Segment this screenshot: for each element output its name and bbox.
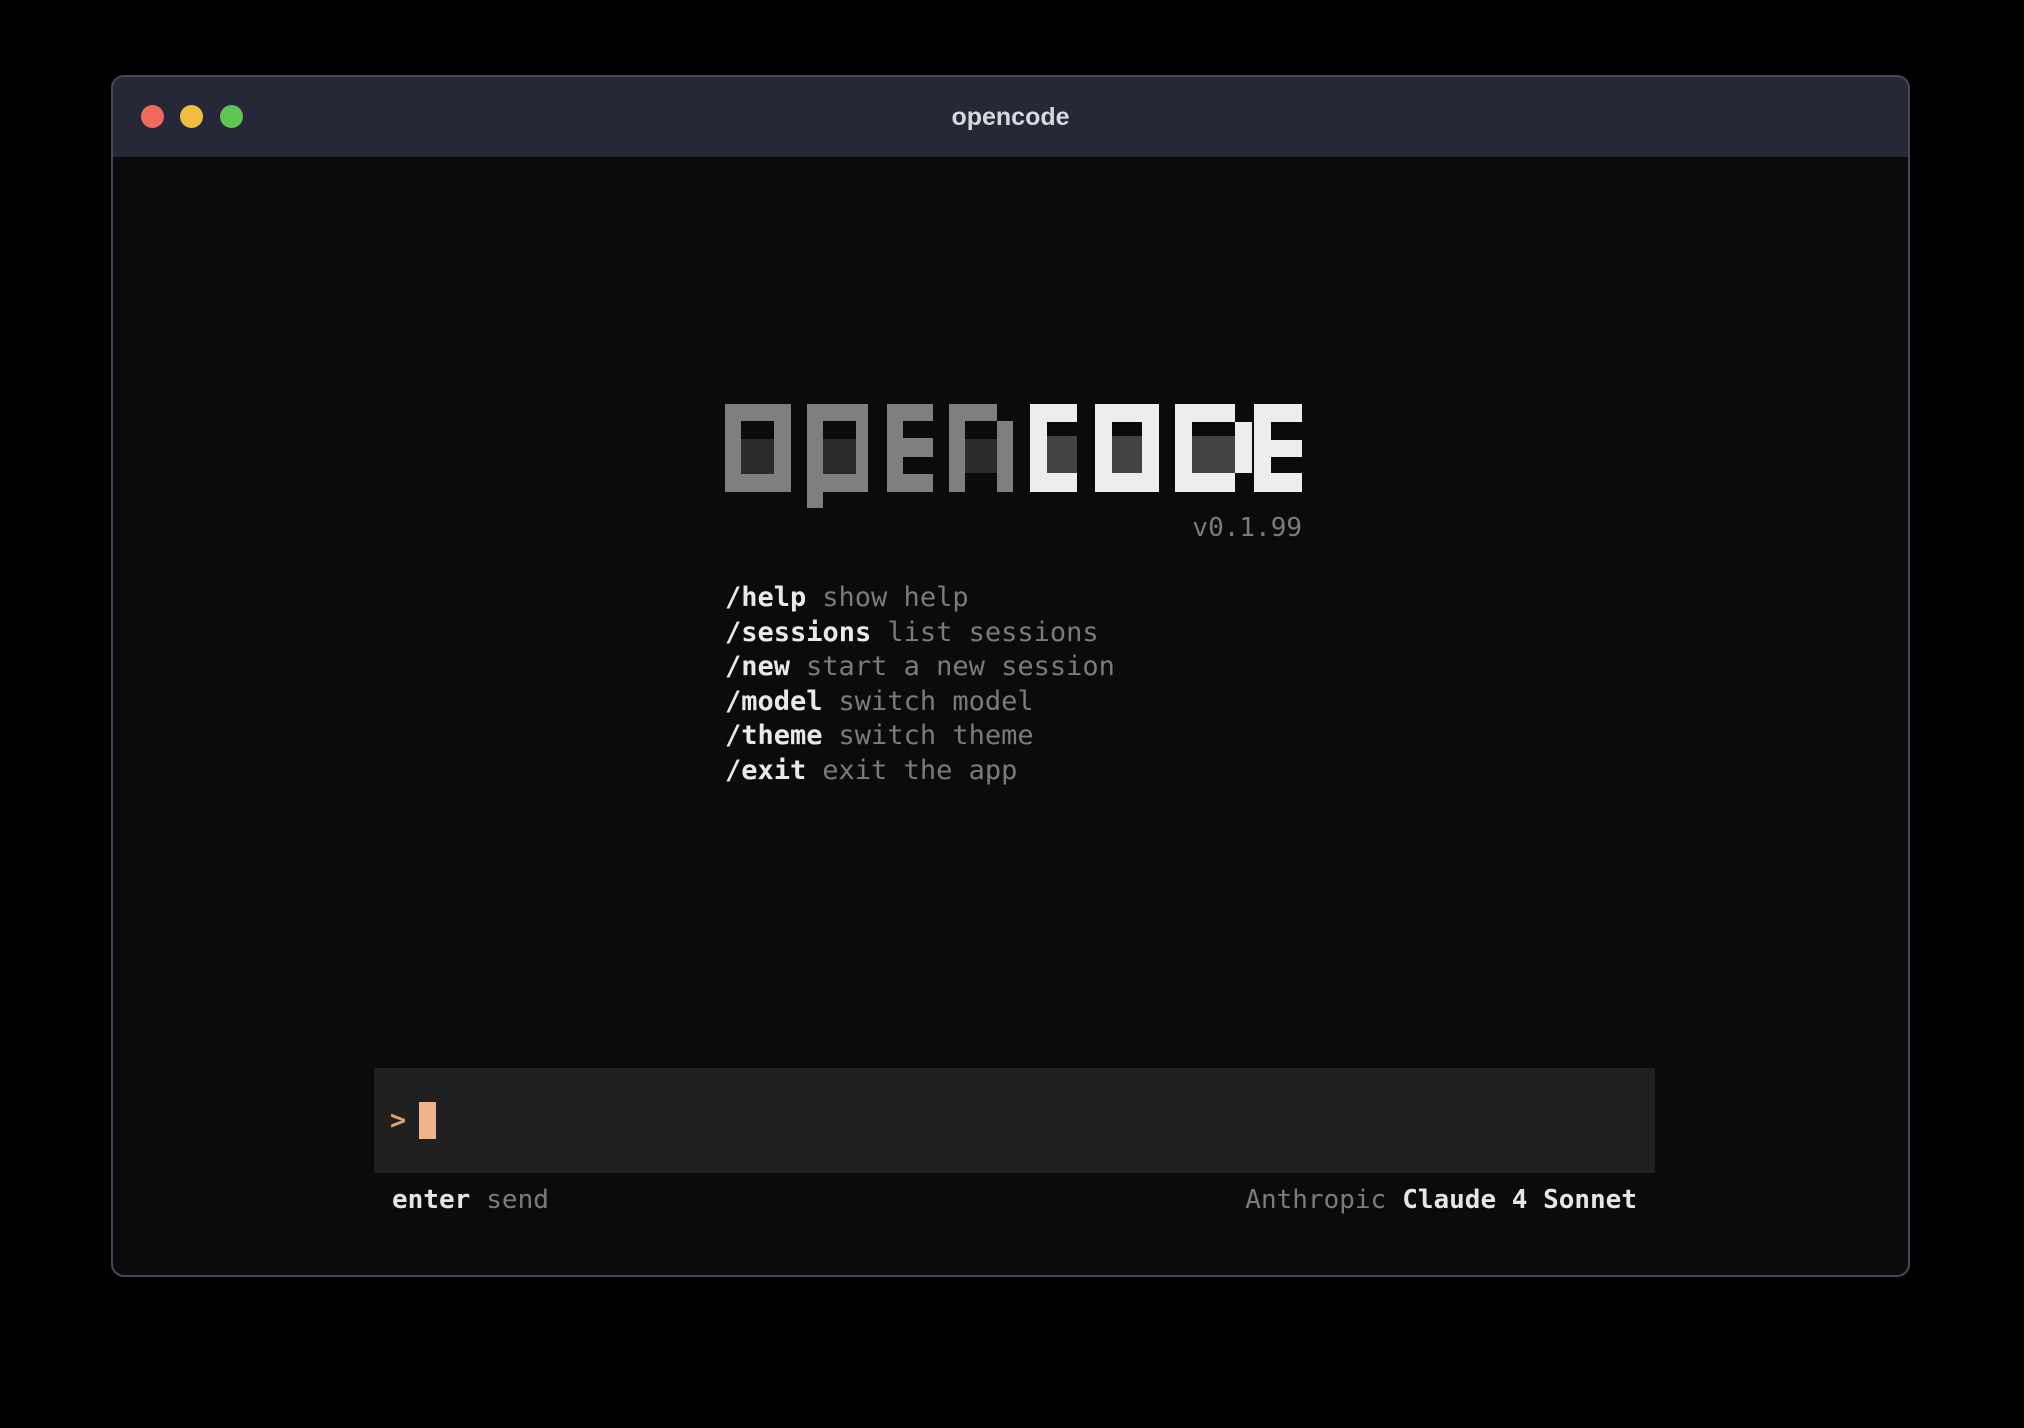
logo-shadows-code xyxy=(1047,436,1235,473)
statusbar: enter send Anthropic Claude 4 Sonnet xyxy=(374,1183,1655,1217)
window-title: opencode xyxy=(113,77,1908,157)
titlebar[interactable]: opencode xyxy=(113,77,1908,157)
command-item: /theme switch theme xyxy=(725,719,1115,754)
command-desc: exit the app xyxy=(822,755,1017,786)
command-list: /help show help /sessions list sessions /n… xyxy=(725,581,1115,789)
app-window: opencode xyxy=(111,75,1910,1277)
command-name: /help xyxy=(725,582,806,613)
command-item: /exit exit the app xyxy=(725,754,1115,789)
command-desc: switch theme xyxy=(839,720,1034,751)
command-name: /exit xyxy=(725,755,806,786)
opencode-logo xyxy=(725,404,1302,508)
prompt-input[interactable]: > xyxy=(374,1068,1655,1173)
command-name: /new xyxy=(725,651,790,682)
send-hint: enter send xyxy=(392,1183,549,1217)
prompt-symbol: > xyxy=(390,1105,406,1136)
model-label: Claude 4 Sonnet xyxy=(1402,1185,1637,1215)
command-item: /help show help xyxy=(725,581,1115,616)
command-desc: start a new session xyxy=(806,651,1115,682)
version-label: v0.1.99 xyxy=(725,514,1302,542)
text-cursor xyxy=(419,1102,436,1139)
provider-label: Anthropic xyxy=(1245,1185,1386,1215)
command-name: /sessions xyxy=(725,617,871,648)
model-indicator: Anthropic Claude 4 Sonnet xyxy=(1245,1183,1637,1217)
command-desc: show help xyxy=(822,582,968,613)
enter-key-label: enter xyxy=(392,1185,470,1215)
command-name: /theme xyxy=(725,720,823,751)
command-name: /model xyxy=(725,686,823,717)
command-item: /model switch model xyxy=(725,685,1115,720)
send-action-label: send xyxy=(486,1185,549,1215)
command-item: /new start a new session xyxy=(725,650,1115,685)
command-item: /sessions list sessions xyxy=(725,616,1115,651)
command-desc: list sessions xyxy=(887,617,1098,648)
command-desc: switch model xyxy=(839,686,1034,717)
